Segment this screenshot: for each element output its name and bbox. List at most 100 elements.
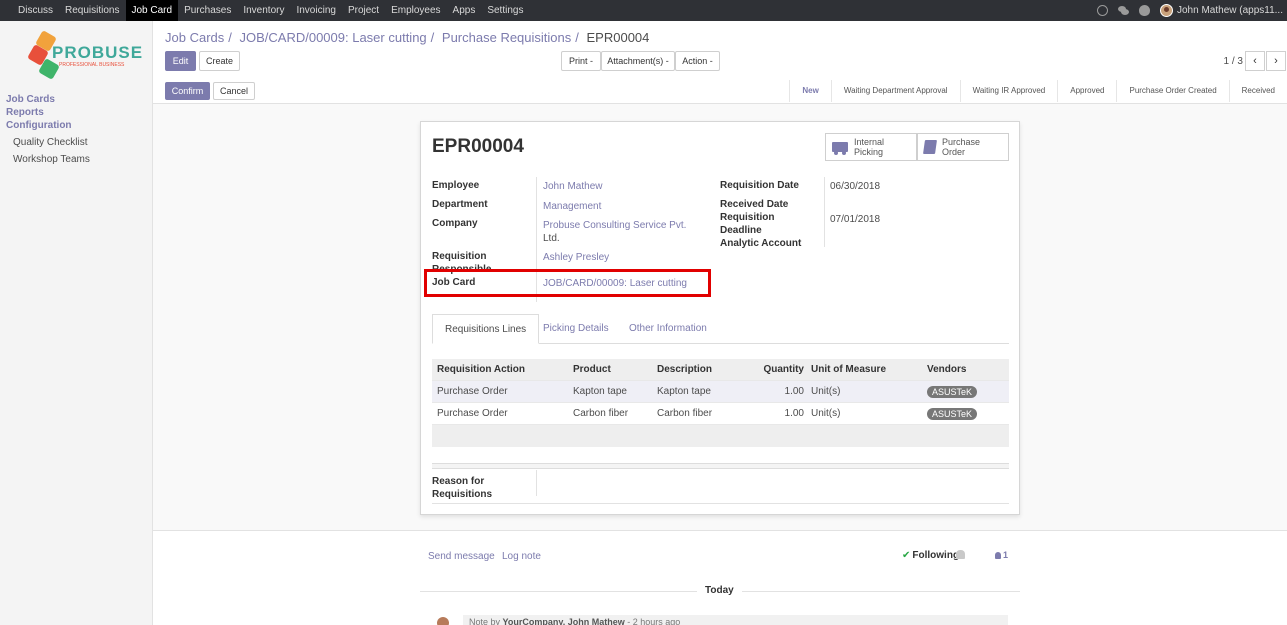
reason-field-underline <box>432 503 1009 504</box>
menu-purchases[interactable]: Purchases <box>178 0 237 21</box>
breadcrumb-separator: / <box>430 30 435 45</box>
menu-settings[interactable]: Settings <box>481 0 529 21</box>
cell-product: Carbon fiber <box>573 408 629 419</box>
chat-icon[interactable] <box>1118 5 1129 16</box>
menu-project[interactable]: Project <box>342 0 385 21</box>
check-icon: ✔ <box>902 550 911 561</box>
requisition-date-field[interactable]: 06/30/2018 <box>830 180 880 193</box>
sidebar-item-workshop-teams[interactable]: Workshop Teams <box>6 151 90 168</box>
menu-requisitions[interactable]: Requisitions <box>59 0 125 21</box>
tab-requisitions-lines[interactable]: Requisitions Lines <box>432 314 540 344</box>
clock-icon[interactable] <box>1097 5 1108 16</box>
message-author-avatar <box>437 617 449 625</box>
column-quantity[interactable]: Quantity <box>747 359 804 380</box>
user-menu[interactable]: John Mathew (apps11... <box>1160 4 1283 17</box>
company-label: Company <box>432 218 478 229</box>
cell-product: Kapton tape <box>573 386 627 397</box>
stage-approved[interactable]: Approved <box>1057 80 1116 102</box>
note-time: - 2 hours ago <box>624 617 681 625</box>
avatar <box>1160 4 1173 17</box>
menu-inventory[interactable]: Inventory <box>237 0 290 21</box>
pager-previous-button[interactable]: ‹ <box>1245 51 1265 71</box>
app-menu: Discuss Requisitions Job Card Purchases … <box>0 0 529 21</box>
department-field[interactable]: Management <box>543 200 601 213</box>
company-field[interactable]: Probuse Consulting Service Pvt. <box>543 219 686 232</box>
internal-picking-label: Internal Picking <box>854 137 884 157</box>
table-row[interactable]: Purchase Order Carbon fiber Carbon fiber… <box>432 403 1009 425</box>
confirm-button[interactable]: Confirm <box>165 82 210 100</box>
note-author[interactable]: YourCompany, John Mathew <box>503 617 625 625</box>
cell-quantity: 1.00 <box>784 408 804 419</box>
sidebar-item-quality-checklist[interactable]: Quality Checklist <box>6 134 90 151</box>
internal-picking-button[interactable]: Internal Picking <box>825 133 917 161</box>
menu-job-card[interactable]: Job Card <box>125 0 179 21</box>
breadcrumb-job-card[interactable]: JOB/CARD/00009: Laser cutting <box>240 30 427 45</box>
print-button[interactable]: Print - <box>561 51 601 71</box>
menu-discuss[interactable]: Discuss <box>12 0 59 21</box>
menu-employees[interactable]: Employees <box>385 0 446 21</box>
tab-picking-details[interactable]: Picking Details <box>531 314 621 344</box>
stage-purchase-order-created[interactable]: Purchase Order Created <box>1116 80 1228 102</box>
menu-invoicing[interactable]: Invoicing <box>290 0 341 21</box>
edit-button[interactable]: Edit <box>165 51 196 71</box>
tab-other-information[interactable]: Other Information <box>617 314 719 344</box>
purchase-order-label-line1: Purchase <box>942 137 981 147</box>
date-separator-label: Today <box>697 585 742 596</box>
followers-button[interactable]: 1 <box>995 550 1008 560</box>
breadcrumb: Job Cards / JOB/CARD/00009: Laser cutting… <box>165 30 653 45</box>
employee-field[interactable]: John Mathew <box>543 180 602 193</box>
menu-apps[interactable]: Apps <box>447 0 482 21</box>
column-vendors[interactable]: Vendors <box>927 359 966 380</box>
department-label: Department <box>432 199 488 210</box>
send-message-button[interactable]: Send message <box>428 551 495 562</box>
stage-waiting-department-approval[interactable]: Waiting Department Approval <box>830 80 960 102</box>
stage-new[interactable]: New <box>789 80 830 102</box>
create-button[interactable]: Create <box>199 51 240 71</box>
column-product[interactable]: Product <box>573 359 611 380</box>
purchase-order-label-line2: Order <box>942 147 966 157</box>
form-sheet: EPR00004 Internal Picking Purchase Order E… <box>420 121 1020 515</box>
person-icon <box>995 552 1001 559</box>
following-button[interactable]: ✔ Following <box>902 550 959 561</box>
sidebar-item-configuration[interactable]: Configuration <box>6 119 90 132</box>
requisition-date-label: Requisition Date <box>720 180 799 191</box>
bug-icon[interactable] <box>1139 5 1150 16</box>
received-date-label: Received Date <box>720 199 789 210</box>
highlight-annotation-box <box>424 269 711 297</box>
cell-description: Carbon fiber <box>657 408 713 419</box>
vendor-tag: ASUSTeK <box>927 408 978 420</box>
requisition-lines-table: Requisition Action Product Description Q… <box>432 359 1009 447</box>
company-logo: PROBUSE PROFESSIONAL BUSINESS <box>27 30 142 83</box>
stage-waiting-ir-approved[interactable]: Waiting IR Approved <box>959 80 1058 102</box>
requisition-deadline-field[interactable]: 07/01/2018 <box>830 213 880 226</box>
table-row[interactable]: Purchase Order Kapton tape Kapton tape 1… <box>432 381 1009 403</box>
stage-received[interactable]: Received <box>1228 80 1287 102</box>
responsible-label-line1: Requisition <box>432 251 487 262</box>
cell-quantity: 1.00 <box>784 386 804 397</box>
cell-description: Kapton tape <box>657 386 711 397</box>
breadcrumb-separator: / <box>575 30 579 45</box>
breadcrumb-purchase-requisitions[interactable]: Purchase Requisitions <box>442 30 571 45</box>
cancel-button[interactable]: Cancel <box>213 82 255 100</box>
logo-tagline: PROFESSIONAL BUSINESS <box>59 62 125 68</box>
column-requisition-action[interactable]: Requisition Action <box>437 359 525 380</box>
cell-unit-of-measure: Unit(s) <box>811 408 841 419</box>
requisition-responsible-field[interactable]: Ashley Presley <box>543 251 609 264</box>
sidebar-item-job-cards[interactable]: Job Cards <box>6 93 90 106</box>
action-button[interactable]: Action - <box>675 51 720 71</box>
vendor-tag: ASUSTeK <box>927 386 978 398</box>
reason-for-requisitions-label: Reason for Requisitions <box>432 475 512 501</box>
attachments-button[interactable]: Attachment(s) - <box>601 51 675 71</box>
table-empty-row[interactable] <box>432 425 1009 447</box>
column-unit-of-measure[interactable]: Unit of Measure <box>811 359 886 380</box>
bell-icon[interactable] <box>956 550 965 559</box>
log-note-button[interactable]: Log note <box>502 551 541 562</box>
logo-brand-text: PROBUSE <box>52 43 144 62</box>
pager-next-button[interactable]: › <box>1266 51 1286 71</box>
column-description[interactable]: Description <box>657 359 712 380</box>
employee-label: Employee <box>432 180 480 191</box>
purchase-order-button[interactable]: Purchase Order <box>917 133 1009 161</box>
following-label: Following <box>912 550 960 561</box>
sidebar-item-reports[interactable]: Reports <box>6 106 90 119</box>
breadcrumb-job-cards[interactable]: Job Cards <box>165 30 224 45</box>
